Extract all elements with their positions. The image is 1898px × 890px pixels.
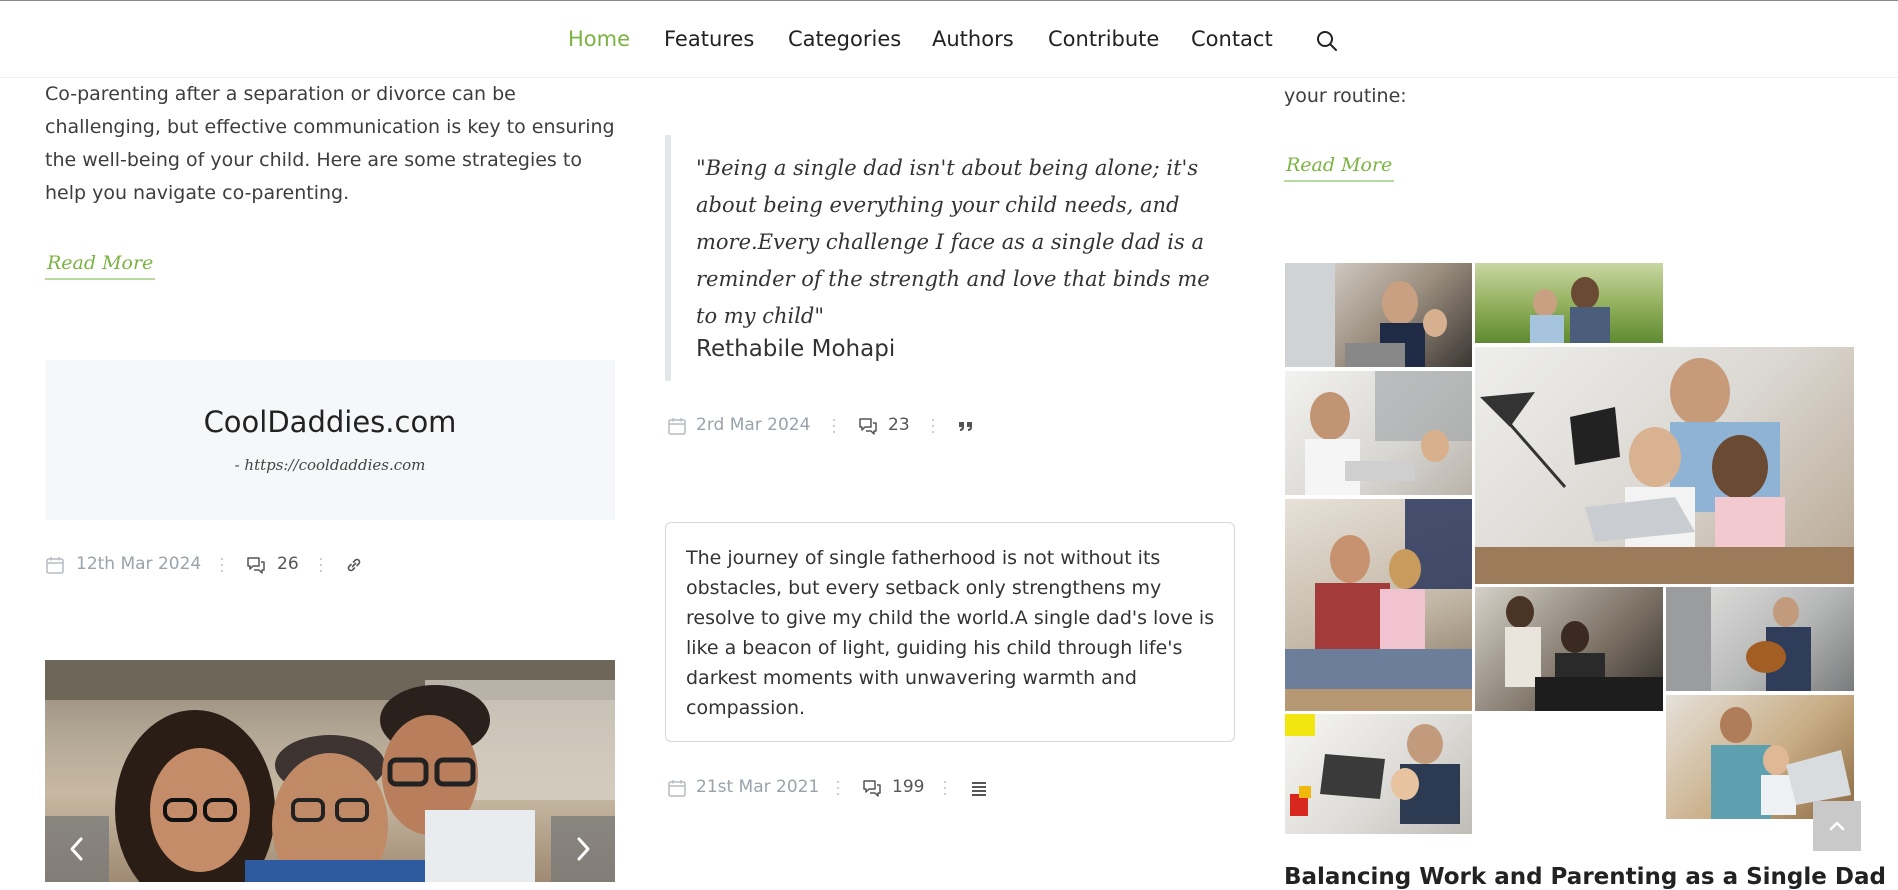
comment-count[interactable]: 26 bbox=[277, 554, 299, 574]
meta-separator bbox=[837, 779, 839, 797]
gallery-photo[interactable] bbox=[1284, 713, 1473, 835]
gallery-photo[interactable] bbox=[1474, 262, 1664, 344]
link-post-title[interactable]: CoolDaddies.com bbox=[45, 405, 615, 439]
comment-count[interactable]: 199 bbox=[892, 777, 924, 797]
meta-separator bbox=[221, 556, 223, 574]
gallery-photo[interactable] bbox=[1284, 370, 1473, 496]
link-post-url[interactable]: - https://cooldaddies.com bbox=[45, 456, 615, 474]
post-meta: 2rd Mar 2024 23 bbox=[667, 414, 987, 438]
gallery-photo[interactable] bbox=[1284, 498, 1473, 712]
gallery-photo[interactable] bbox=[1474, 586, 1664, 712]
gallery-photo[interactable] bbox=[1474, 346, 1855, 585]
quote-border bbox=[665, 135, 671, 381]
lines-icon[interactable] bbox=[969, 778, 989, 798]
meta-separator bbox=[932, 417, 934, 435]
read-more-link[interactable]: Read More bbox=[1284, 154, 1395, 182]
comments-icon bbox=[863, 780, 881, 797]
slider-next-button[interactable] bbox=[551, 816, 615, 882]
nav-contact[interactable]: Contact bbox=[1191, 27, 1273, 51]
gallery-photo[interactable] bbox=[1284, 262, 1473, 368]
link-post-card[interactable]: CoolDaddies.com - https://cooldaddies.co… bbox=[45, 360, 615, 520]
slider-prev-button[interactable] bbox=[45, 816, 109, 882]
meta-separator bbox=[833, 417, 835, 435]
chevron-left-icon bbox=[70, 837, 83, 861]
post-meta: 21st Mar 2021 199 bbox=[667, 776, 997, 800]
calendar-icon bbox=[668, 780, 686, 797]
post-title[interactable]: Balancing Work and Parenting as a Single… bbox=[1284, 864, 1886, 890]
calendar-icon bbox=[668, 418, 686, 435]
nav-contribute[interactable]: Contribute bbox=[1048, 27, 1159, 51]
chevron-up-icon bbox=[1829, 821, 1845, 831]
comments-icon bbox=[859, 418, 877, 435]
post-date[interactable]: 12th Mar 2024 bbox=[76, 554, 201, 574]
comments-icon bbox=[247, 557, 265, 574]
post-excerpt: your routine: bbox=[1284, 85, 1407, 107]
post-excerpt: Co-parenting after a separation or divor… bbox=[45, 83, 615, 204]
nav-home[interactable]: Home bbox=[568, 27, 630, 51]
chevron-right-icon bbox=[577, 837, 590, 861]
main-nav: Home Features Categories Authors Contrib… bbox=[0, 1, 1898, 78]
post-date[interactable]: 2rd Mar 2024 bbox=[696, 415, 810, 435]
gallery-photo[interactable] bbox=[1665, 586, 1855, 692]
quote-icon[interactable] bbox=[956, 416, 976, 436]
featured-photo-family bbox=[45, 660, 615, 882]
status-post-card: The journey of single fatherhood is not … bbox=[665, 522, 1235, 742]
post-date[interactable]: 21st Mar 2021 bbox=[696, 777, 819, 797]
link-icon[interactable] bbox=[344, 555, 364, 575]
calendar-icon bbox=[46, 557, 64, 574]
nav-features[interactable]: Features bbox=[664, 27, 754, 51]
search-icon[interactable] bbox=[1315, 29, 1339, 53]
read-more-link[interactable]: Read More bbox=[45, 252, 156, 280]
quote-author: Rethabile Mohapi bbox=[696, 336, 896, 362]
meta-separator bbox=[944, 779, 946, 797]
nav-authors[interactable]: Authors bbox=[932, 27, 1014, 51]
back-to-top-button[interactable] bbox=[1813, 801, 1861, 851]
nav-categories[interactable]: Categories bbox=[788, 27, 901, 51]
status-text: The journey of single fatherhood is not … bbox=[686, 547, 1215, 719]
quote-text: "Being a single dad isn't about being al… bbox=[696, 156, 1210, 328]
meta-separator bbox=[320, 556, 322, 574]
comment-count[interactable]: 23 bbox=[888, 415, 910, 435]
post-meta: 12th Mar 2024 26 bbox=[45, 553, 375, 577]
